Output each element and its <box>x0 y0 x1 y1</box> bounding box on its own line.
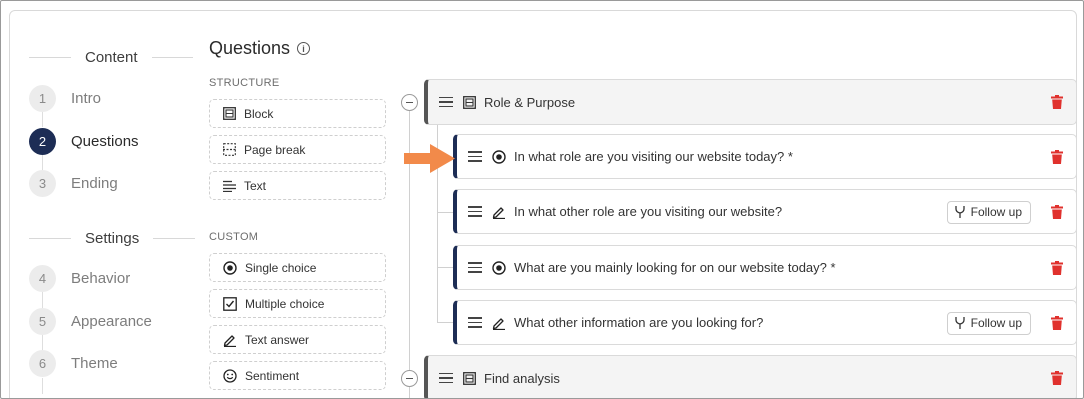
step-label: Questions <box>71 133 139 150</box>
trash-icon[interactable] <box>1051 149 1063 167</box>
structure-caption: STRUCTURE <box>209 77 280 89</box>
pencil-icon <box>492 205 506 219</box>
follow-up-button[interactable]: Follow up <box>946 311 1031 335</box>
drag-handle-icon[interactable] <box>439 96 453 108</box>
tree-line <box>437 212 454 213</box>
trash-icon[interactable] <box>1051 260 1063 278</box>
trash-icon[interactable] <box>1051 315 1063 333</box>
content-heading: Content <box>85 49 138 66</box>
page-title-text: Questions <box>209 38 291 58</box>
drag-handle-icon[interactable] <box>468 151 482 162</box>
follow-up-label: Follow up <box>970 205 1022 219</box>
step-intro[interactable]: 1 Intro <box>29 85 101 112</box>
palette-item-label: Page break <box>244 142 306 157</box>
collapse-toggle[interactable] <box>401 370 418 387</box>
palette-item-label: Block <box>244 106 274 121</box>
tree-line <box>437 267 454 268</box>
drag-handle-icon[interactable] <box>468 317 482 328</box>
tree-line <box>437 322 454 323</box>
info-icon[interactable]: i <box>297 42 311 55</box>
question-text: What other information are you looking f… <box>514 315 764 330</box>
pencil-icon <box>223 334 236 347</box>
radio-icon <box>492 149 506 164</box>
follow-up-button[interactable]: Follow up <box>946 200 1031 224</box>
question-text: What are you mainly looking for on our w… <box>514 260 836 275</box>
palette-item-label: Text <box>244 178 267 193</box>
step-connector <box>42 292 43 308</box>
palette-item-text-answer[interactable]: Text answer <box>209 325 386 354</box>
radio-icon <box>223 260 237 275</box>
branch-icon <box>954 206 965 218</box>
palette-item-label: Sentiment <box>245 368 300 383</box>
question-text: In what other role are you visiting our … <box>514 204 783 219</box>
step-label: Intro <box>71 90 102 107</box>
block-icon <box>223 107 236 120</box>
trash-icon[interactable] <box>1051 95 1063 112</box>
step-theme[interactable]: 6 Theme <box>29 350 118 377</box>
question-text: In what role are you visiting our websit… <box>514 149 793 164</box>
step-number: 4 <box>29 265 56 292</box>
drag-handle-icon[interactable] <box>468 262 482 273</box>
custom-caption: CUSTOM <box>209 231 259 243</box>
step-number: 3 <box>29 170 56 197</box>
step-appearance[interactable]: 5 Appearance <box>29 308 152 335</box>
pencil-icon <box>492 316 506 330</box>
question-row[interactable]: In what other role are you visiting our … <box>453 189 1077 234</box>
text-icon <box>223 180 236 192</box>
block-title: Find analysis <box>484 370 560 386</box>
step-number: 1 <box>29 85 56 112</box>
trash-icon[interactable] <box>1051 204 1063 222</box>
settings-section-heading: Settings <box>29 230 196 247</box>
palette-item-text[interactable]: Text <box>209 171 386 200</box>
drag-handle-icon[interactable] <box>468 206 482 217</box>
step-questions[interactable]: 2 Questions <box>29 128 139 155</box>
annotation-arrow-icon <box>404 144 455 173</box>
question-row[interactable]: What are you mainly looking for on our w… <box>453 245 1077 290</box>
palette-item-single-choice[interactable]: Single choice <box>209 253 386 282</box>
content-section-heading: Content <box>29 49 193 66</box>
follow-up-label: Follow up <box>970 316 1022 330</box>
step-label: Ending <box>71 175 118 192</box>
step-label: Appearance <box>71 313 152 330</box>
palette-item-block[interactable]: Block <box>209 99 386 128</box>
block-icon <box>463 95 476 109</box>
branch-icon <box>954 317 965 329</box>
step-label: Theme <box>71 355 118 372</box>
step-number: 6 <box>29 350 56 377</box>
palette-item-label: Text answer <box>245 332 310 347</box>
palette-item-multiple-choice[interactable]: Multiple choice <box>209 289 386 318</box>
trash-icon[interactable] <box>1051 371 1063 388</box>
radio-icon <box>492 260 506 275</box>
palette-item-sentiment[interactable]: Sentiment <box>209 361 386 390</box>
palette-item-label: Single choice <box>245 260 317 275</box>
tree-line <box>409 385 410 398</box>
app-frame: Content 1 Intro 2 Questions 3 Ending Set… <box>0 0 1084 399</box>
block-icon <box>463 371 476 385</box>
page-break-icon <box>223 143 236 156</box>
step-ending[interactable]: 3 Ending <box>29 170 118 197</box>
step-behavior[interactable]: 4 Behavior <box>29 265 130 292</box>
palette-item-label: Multiple choice <box>245 296 325 311</box>
step-connector <box>42 335 43 351</box>
step-connector <box>42 378 43 394</box>
block-row[interactable]: Role & Purpose <box>424 79 1077 125</box>
block-row[interactable]: Find analysis <box>424 355 1077 398</box>
step-label: Behavior <box>71 270 131 287</box>
collapse-toggle[interactable] <box>401 94 418 111</box>
step-connector <box>42 155 43 171</box>
step-number: 2 <box>29 128 56 155</box>
question-row[interactable]: What other information are you looking f… <box>453 300 1077 345</box>
settings-heading: Settings <box>85 230 140 247</box>
question-row[interactable]: In what role are you visiting our websit… <box>453 134 1077 179</box>
block-title: Role & Purpose <box>484 94 576 110</box>
page-title: Questions i <box>209 38 311 59</box>
checkbox-icon <box>223 296 237 311</box>
smiley-icon <box>223 368 237 383</box>
step-connector <box>42 111 43 127</box>
palette-item-page-break[interactable]: Page break <box>209 135 386 164</box>
drag-handle-icon[interactable] <box>439 372 453 384</box>
step-number: 5 <box>29 308 56 335</box>
